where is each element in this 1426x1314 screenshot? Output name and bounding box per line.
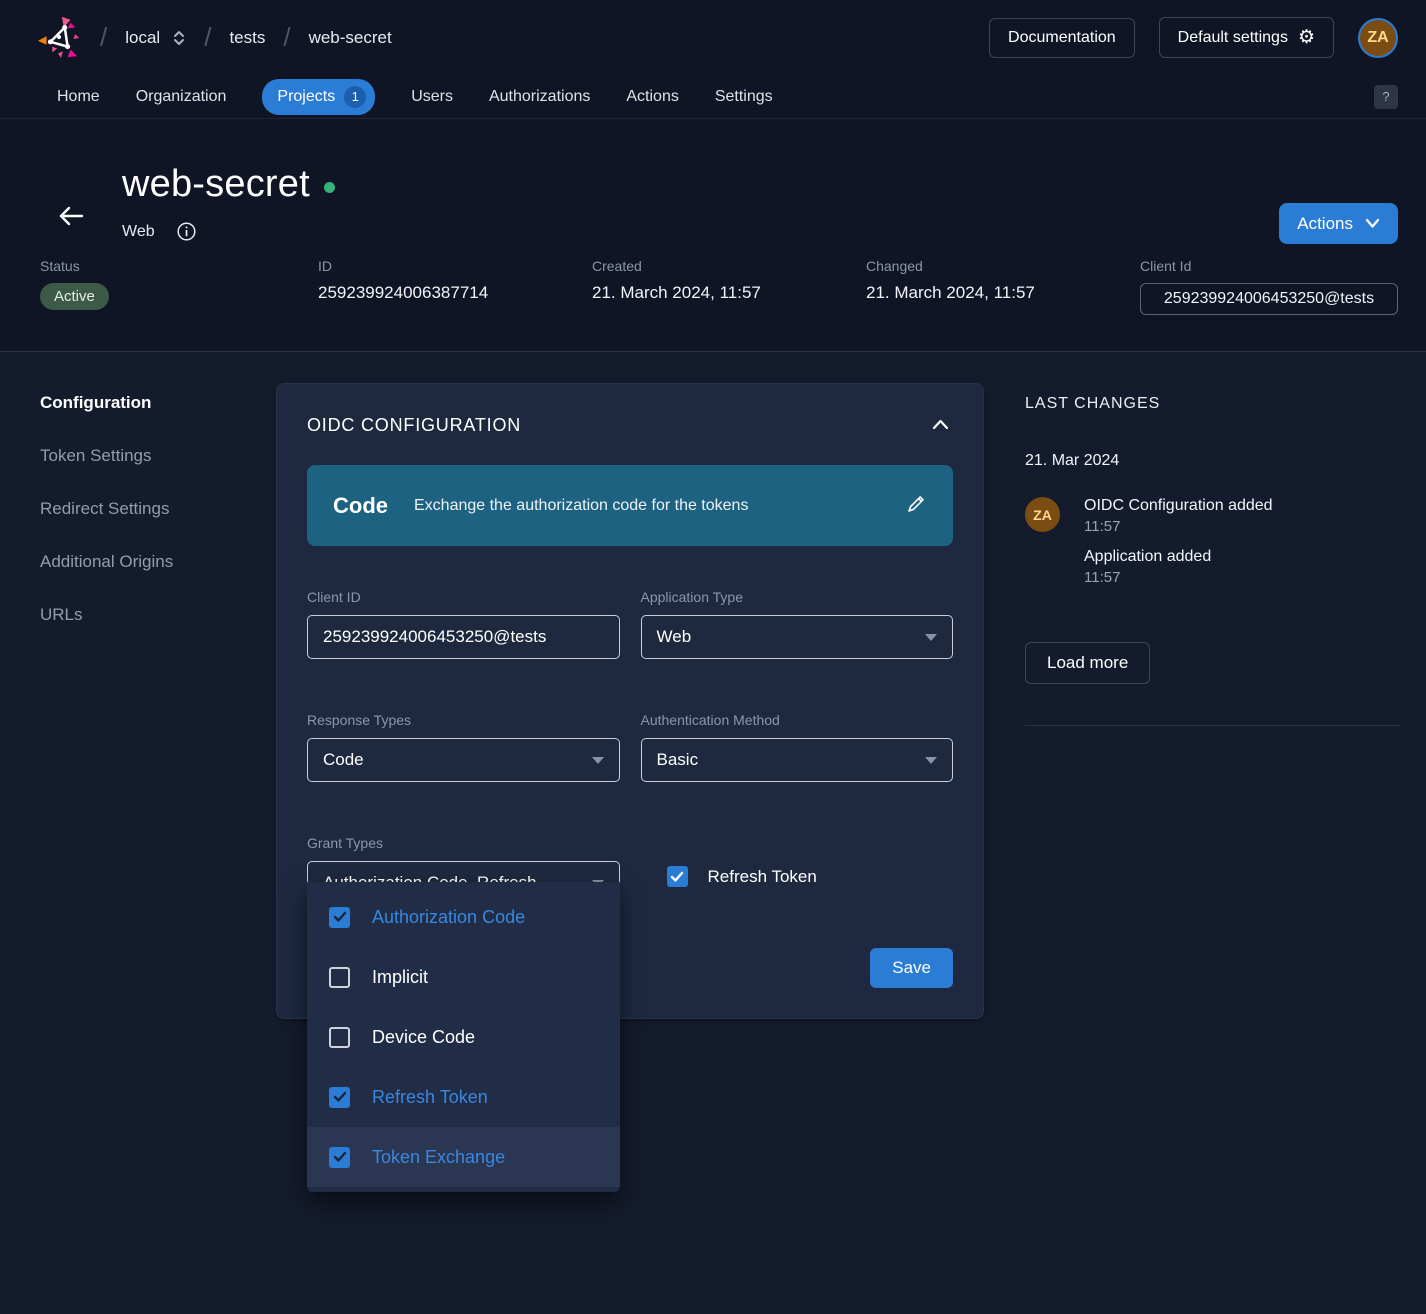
back-button[interactable] — [58, 191, 84, 244]
refresh-token-field-group: Refresh Token — [641, 835, 954, 905]
nav-item-settings[interactable]: Settings — [715, 88, 773, 106]
chevron-down-icon — [1365, 218, 1380, 229]
client-id-field-group: Client ID — [307, 589, 620, 659]
nav-item-organization[interactable]: Organization — [136, 88, 227, 106]
sidebar-item-redirect-settings[interactable]: Redirect Settings — [40, 499, 276, 519]
page-title: web-secret — [122, 163, 310, 206]
nav-item-actions[interactable]: Actions — [626, 88, 678, 106]
instance-switcher-icon[interactable] — [172, 29, 186, 47]
oidc-configuration-card: OIDC CONFIGURATION Code Exchange the aut… — [276, 383, 984, 1019]
flow-description: Exchange the authorization code for the … — [414, 497, 879, 515]
last-changes-title: LAST CHANGES — [1025, 395, 1400, 413]
change-event: OIDC Configuration added 11:57 — [1084, 497, 1273, 535]
breadcrumb-separator: / — [204, 22, 211, 53]
client-id-input[interactable] — [323, 627, 604, 647]
zitadel-logo-icon[interactable] — [36, 15, 82, 61]
refresh-token-checkbox[interactable] — [667, 866, 688, 887]
breadcrumb-separator: / — [100, 22, 107, 53]
header-bar: / local / tests / web-secret Documentati… — [0, 0, 1426, 75]
application-type-select[interactable]: Web — [641, 615, 954, 659]
sidebar-item-urls[interactable]: URLs — [40, 605, 276, 625]
edit-flow-button[interactable] — [905, 493, 927, 518]
main-nav: Home Organization Projects 1 Users Autho… — [0, 75, 1426, 119]
status-badge: Active — [40, 283, 109, 310]
flow-name: Code — [333, 493, 388, 519]
grant-option-implicit[interactable]: Implicit — [307, 947, 620, 1007]
documentation-button[interactable]: Documentation — [989, 18, 1135, 58]
meta-client-id: Client Id 259239924006453250@tests — [1140, 258, 1398, 315]
status-dot — [324, 182, 335, 193]
breadcrumb-instance[interactable]: local — [125, 28, 186, 48]
meta-changed: Changed 21. March 2024, 11:57 — [866, 258, 1140, 315]
nav-item-home[interactable]: Home — [57, 88, 100, 106]
chevron-up-icon — [932, 418, 949, 430]
info-icon[interactable] — [177, 222, 196, 241]
checkbox-checked-icon[interactable] — [329, 1147, 350, 1168]
settings-sidebar: Configuration Token Settings Redirect Se… — [40, 383, 276, 658]
auth-flow-banner: Code Exchange the authorization code for… — [307, 465, 953, 546]
load-more-button[interactable]: Load more — [1025, 642, 1150, 684]
changes-date: 21. Mar 2024 — [1025, 452, 1400, 470]
checkbox-unchecked-icon[interactable] — [329, 967, 350, 988]
sidebar-item-additional-origins[interactable]: Additional Origins — [40, 552, 276, 572]
response-types-select[interactable]: Code — [307, 738, 620, 782]
gear-icon: ⚙ — [1298, 28, 1315, 47]
select-arrow-icon — [592, 757, 604, 764]
default-settings-button[interactable]: Default settings ⚙ — [1159, 17, 1334, 58]
app-type-label: Web — [122, 223, 155, 241]
auth-method-field-group: Authentication Method Basic — [641, 712, 954, 782]
changes-divider — [1025, 725, 1400, 726]
help-button[interactable]: ? — [1374, 85, 1398, 109]
authentication-method-select[interactable]: Basic — [641, 738, 954, 782]
event-avatar: ZA — [1025, 497, 1060, 532]
title-section: web-secret Web Actions — [0, 119, 1426, 244]
select-arrow-icon — [925, 757, 937, 764]
sidebar-item-configuration[interactable]: Configuration — [40, 393, 276, 413]
breadcrumb-app[interactable]: web-secret — [309, 28, 392, 48]
meta-created: Created 21. March 2024, 11:57 — [592, 258, 866, 315]
checkbox-checked-icon[interactable] — [329, 1087, 350, 1108]
grant-option-device-code[interactable]: Device Code — [307, 1007, 620, 1067]
nav-item-users[interactable]: Users — [411, 88, 453, 106]
grant-option-refresh-token[interactable]: Refresh Token — [307, 1067, 620, 1127]
grant-types-field-group: Grant Types Authorization Code, Refresh … — [307, 835, 620, 905]
projects-count-badge: 1 — [344, 86, 366, 108]
nav-item-projects[interactable]: Projects 1 — [262, 79, 375, 115]
meta-row: Status Active ID 259239924006387714 Crea… — [0, 244, 1426, 351]
collapse-section-button[interactable] — [928, 414, 953, 437]
meta-status: Status Active — [40, 258, 318, 315]
user-avatar[interactable]: ZA — [1358, 18, 1398, 58]
client-id-copy-box[interactable]: 259239924006453250@tests — [1140, 283, 1398, 315]
nav-item-authorizations[interactable]: Authorizations — [489, 88, 590, 106]
top-band: / local / tests / web-secret Documentati… — [0, 0, 1426, 352]
application-type-field-group: Application Type Web — [641, 589, 954, 659]
grant-option-authorization-code[interactable]: Authorization Code — [307, 887, 620, 947]
checkbox-checked-icon[interactable] — [329, 907, 350, 928]
breadcrumb-project[interactable]: tests — [229, 28, 265, 48]
grant-option-token-exchange[interactable]: Token Exchange — [307, 1127, 620, 1187]
card-title: OIDC CONFIGURATION — [307, 415, 521, 436]
checkbox-unchecked-icon[interactable] — [329, 1027, 350, 1048]
pencil-icon — [905, 493, 927, 515]
change-event: Application added 11:57 — [1084, 548, 1273, 586]
select-arrow-icon — [925, 634, 937, 641]
grant-types-dropdown-panel: Authorization Code Implicit Device Code — [307, 882, 620, 1192]
meta-id: ID 259239924006387714 — [318, 258, 592, 315]
sidebar-item-token-settings[interactable]: Token Settings — [40, 446, 276, 466]
content-area: Configuration Token Settings Redirect Se… — [0, 352, 1426, 1019]
actions-dropdown-button[interactable]: Actions — [1279, 203, 1398, 244]
breadcrumb-separator: / — [283, 22, 290, 53]
save-button[interactable]: Save — [870, 948, 953, 988]
last-changes-panel: LAST CHANGES 21. Mar 2024 ZA OIDC Config… — [1025, 383, 1400, 726]
response-types-field-group: Response Types Code — [307, 712, 620, 782]
